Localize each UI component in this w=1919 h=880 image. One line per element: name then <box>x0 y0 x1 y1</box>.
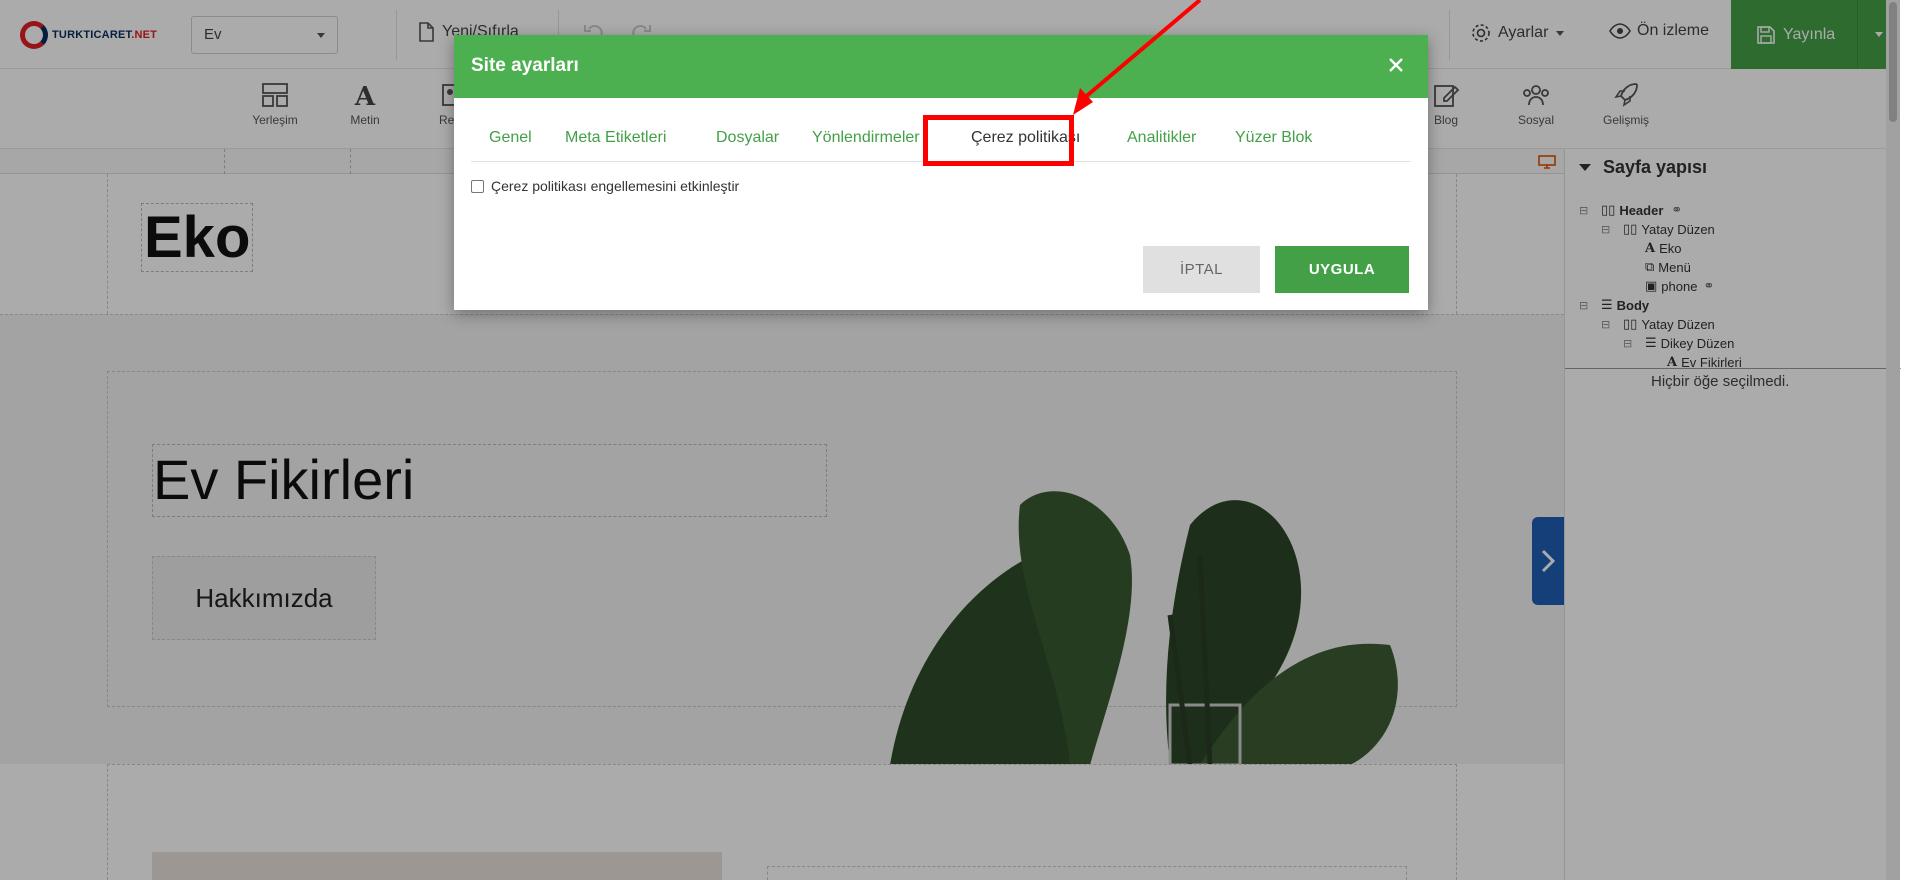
tab-meta-tags[interactable]: Meta Etiketleri <box>547 114 684 161</box>
site-settings-dialog: Site ayarları Genel Meta Etiketleri Dosy… <box>454 35 1428 310</box>
tab-floating-block[interactable]: Yüzer Blok <box>1217 114 1330 161</box>
cookie-policy-option[interactable]: Çerez politikası engellemesini etkinleşt… <box>471 178 739 194</box>
annotation-highlight-box <box>923 115 1074 166</box>
dialog-title: Site ayarları <box>471 55 579 76</box>
cookie-policy-checkbox[interactable] <box>471 179 484 193</box>
cancel-button[interactable]: İPTAL <box>1143 246 1260 293</box>
tab-analytics[interactable]: Analitikler <box>1109 114 1214 161</box>
dialog-header: Site ayarları <box>454 35 1428 98</box>
close-icon[interactable] <box>1384 53 1408 77</box>
cookie-policy-checkbox-label: Çerez politikası engellemesini etkinleşt… <box>491 178 740 194</box>
apply-button[interactable]: UYGULA <box>1275 246 1409 293</box>
tab-redirects[interactable]: Yönlendirmeler <box>794 114 938 161</box>
tab-general[interactable]: Genel <box>471 114 550 161</box>
tab-files[interactable]: Dosyalar <box>698 114 797 161</box>
